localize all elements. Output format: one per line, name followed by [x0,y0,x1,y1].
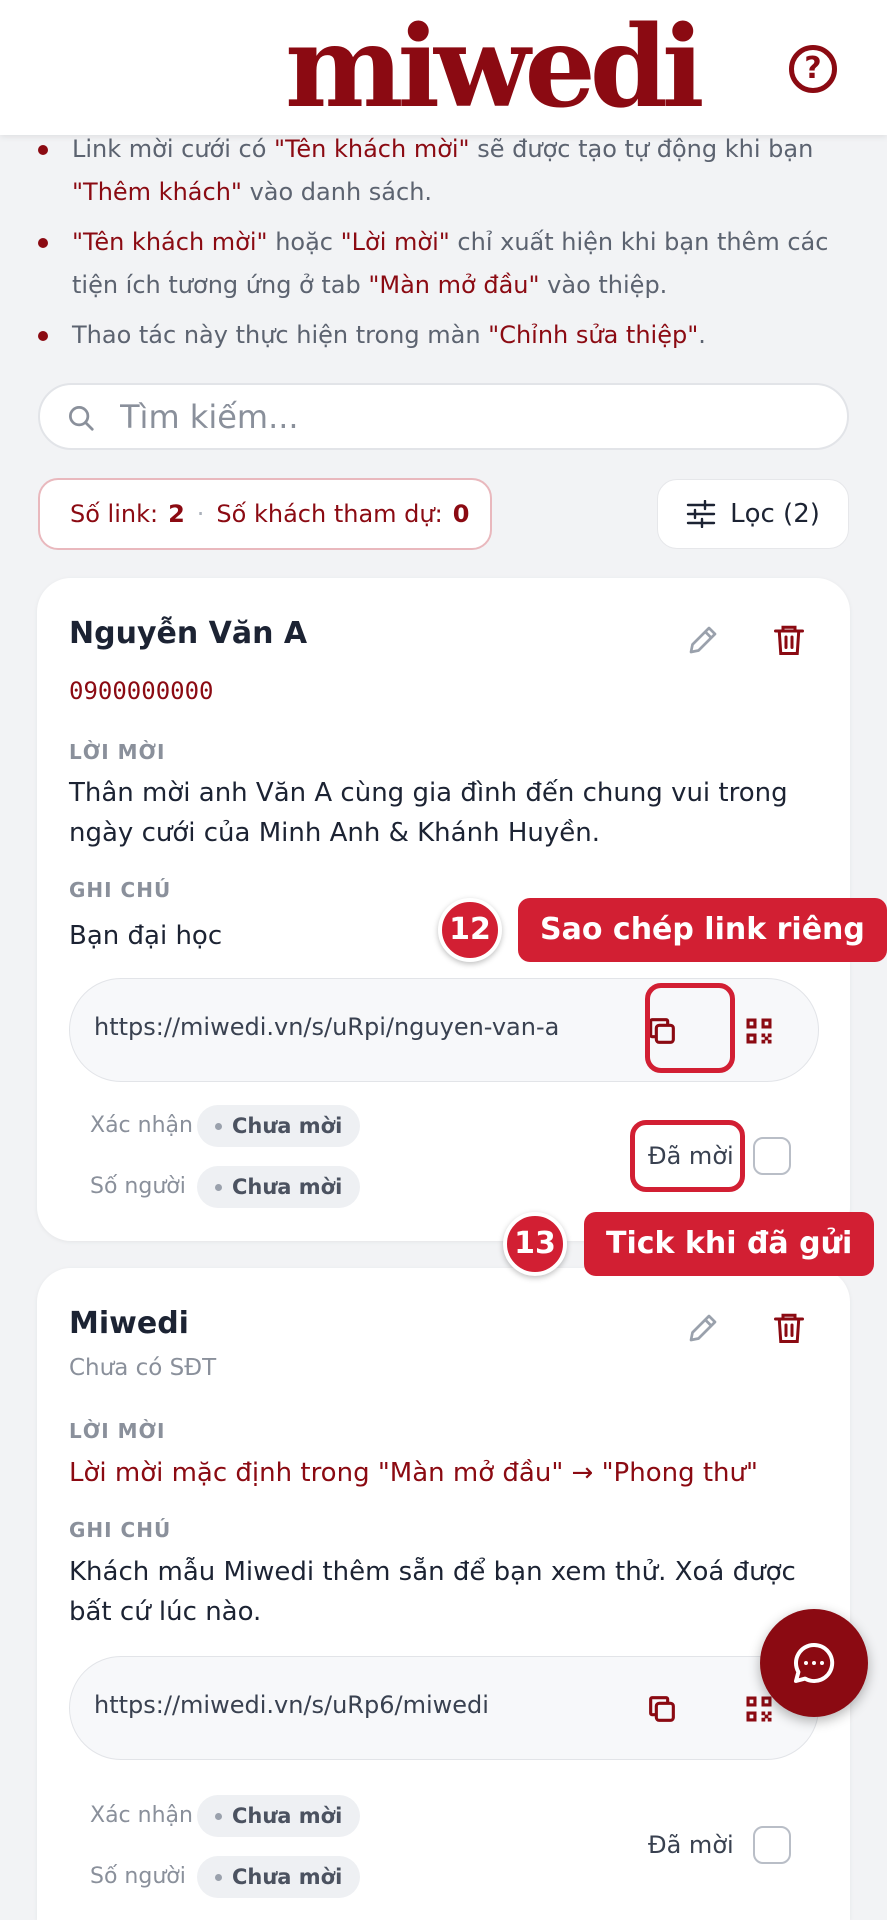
edit-icon[interactable] [685,1310,721,1346]
step-label: Sao chép link riêng [518,898,887,962]
people-label: Số người [90,1174,186,1199]
note-label: GHI CHÚ [69,1518,172,1542]
invite-label: LỜI MỜI [69,1419,166,1443]
note-item: "Tên khách mời" hoặc "Lời mời" chỉ xuất … [38,221,858,307]
sliders-icon [686,500,716,528]
guest-link[interactable]: https://miwedi.vn/s/uRpi/nguyen-van-a [94,1013,559,1041]
link-count-label: Số link: [70,500,159,528]
guest-phone: 0900000000 [69,677,214,705]
confirm-status-badge: Chưa mời [197,1105,361,1147]
search-input[interactable] [120,393,820,441]
chat-bubble-icon [794,1642,835,1683]
edit-icon[interactable] [685,622,721,658]
filter-button[interactable]: Lọc (2) [657,479,849,549]
help-icon[interactable]: ? [789,45,837,93]
guest-name: Miwedi [69,1306,189,1341]
note-label: GHI CHÚ [69,878,172,902]
link-count-value: 2 [168,500,185,528]
trash-icon[interactable] [771,1310,807,1346]
qr-code-icon[interactable] [744,1016,774,1046]
step-number-badge: 13 [503,1212,567,1276]
confirm-status-badge: Chưa mời [197,1795,361,1837]
guest-count-label: Số khách tham dự: [216,500,443,528]
app-header: miwedi ? [0,0,887,135]
qr-code-icon[interactable] [744,1694,774,1724]
guest-card: Miwedi Chưa có SĐT LỜI MỜI Lời mời mặc đ… [37,1268,850,1920]
copy-link-highlight [645,983,735,1073]
people-label: Số người [90,1864,186,1889]
step-number-badge: 12 [438,898,502,962]
search-icon [69,406,94,431]
invite-label: LỜI MỜI [69,740,166,764]
miwedi-logo[interactable]: miwedi [285,12,705,124]
guest-link-box: https://miwedi.vn/s/uRp6/miwedi [69,1656,819,1760]
note-item: Link mời cưới có "Tên khách mời" sẽ được… [38,128,858,214]
guest-name: Nguyễn Văn A [69,616,308,651]
stats-summary: Số link: 2 · Số khách tham dự: 0 [38,478,492,550]
chat-button[interactable] [760,1609,868,1717]
guest-link[interactable]: https://miwedi.vn/s/uRp6/miwedi [94,1691,489,1719]
confirm-label: Xác nhận [90,1803,193,1828]
info-notes: Link mời cưới có "Tên khách mời" sẽ được… [38,128,858,364]
invited-highlight [630,1120,745,1192]
filter-label: Lọc (2) [730,499,820,529]
guest-phone: Chưa có SĐT [69,1355,217,1381]
search-bar[interactable] [38,383,849,450]
people-status-badge: Chưa mời [197,1166,361,1208]
guest-count-value: 0 [452,500,470,528]
note-item: Thao tác này thực hiện trong màn "Chỉnh … [38,314,858,357]
separator-dot: · [196,500,205,528]
step-label: Tick khi đã gửi [584,1212,875,1276]
confirm-label: Xác nhận [90,1113,193,1138]
invited-label: Đã mời [648,1831,734,1859]
note-text: Khách mẫu Miwedi thêm sẵn để bạn xem thử… [69,1557,796,1627]
copy-icon[interactable] [645,1692,679,1726]
invited-checkbox[interactable] [753,1826,791,1864]
invited-checkbox[interactable] [753,1137,791,1175]
people-status-badge: Chưa mời [197,1856,361,1898]
trash-icon[interactable] [771,622,807,658]
invite-text: Lời mời mặc định trong "Màn mở đầu" → "P… [69,1458,758,1488]
invite-text: Thân mời anh Văn A cùng gia đình đến chu… [69,778,788,848]
